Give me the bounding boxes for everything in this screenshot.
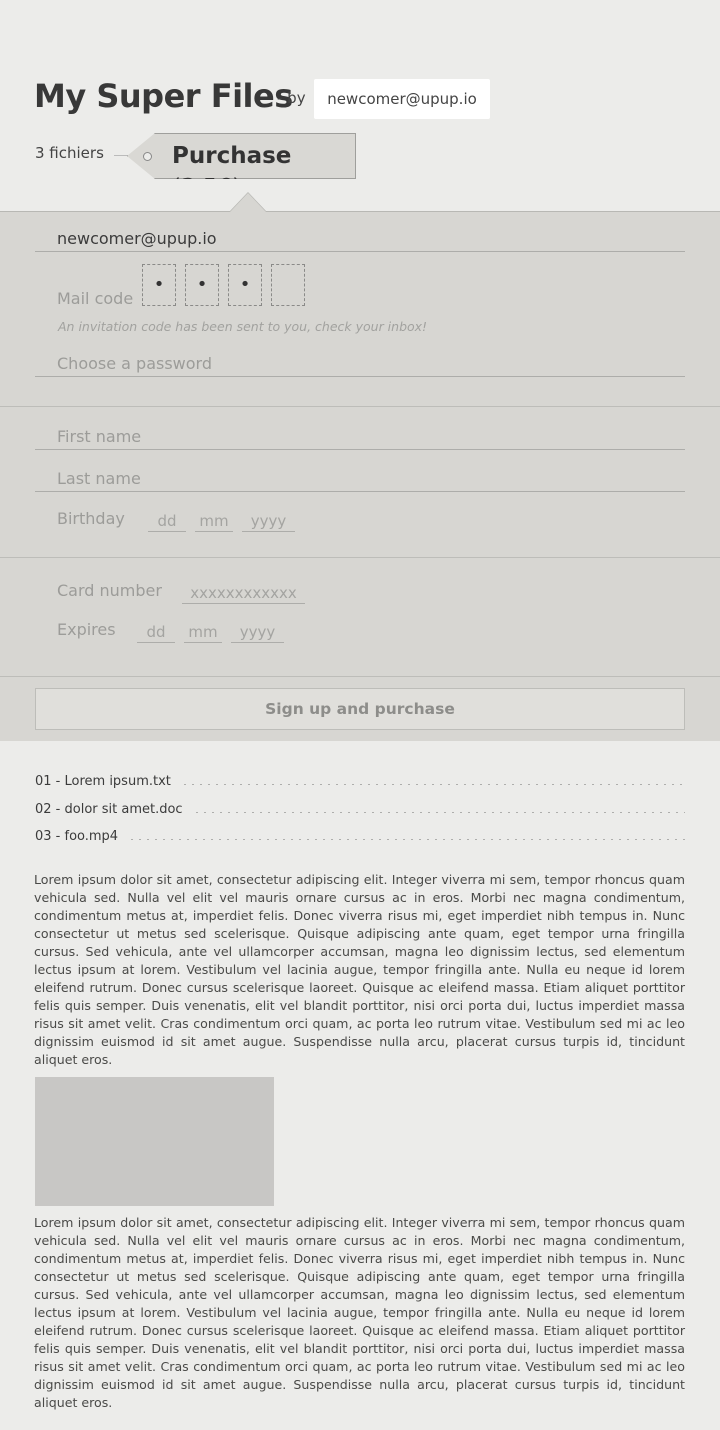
tag-hole-icon (143, 152, 152, 161)
invitation-hint: An invitation code has been sent to you,… (58, 319, 428, 334)
expires-month-field[interactable]: mm (184, 621, 222, 643)
section-divider (0, 557, 720, 558)
image-placeholder (35, 1077, 274, 1206)
birthday-year-field[interactable]: yyyy (242, 510, 295, 532)
mail-code-digit-3[interactable]: • (228, 264, 262, 306)
list-item[interactable]: 02 - dolor sit amet.doc (35, 796, 685, 824)
purchase-button[interactable]: Purchase (3.5€) (127, 133, 356, 179)
mail-code-digit-1[interactable]: • (142, 264, 176, 306)
first-name-field[interactable]: First name (35, 424, 685, 450)
password-field[interactable]: Choose a password (35, 351, 685, 377)
owner-email-badge[interactable]: newcomer@upup.io (314, 79, 490, 119)
purchase-text: Purchase (172, 143, 292, 169)
birthday-label: Birthday (57, 509, 125, 528)
file-name: 03 - foo.mp4 (35, 829, 129, 845)
dotted-leader (128, 839, 685, 841)
list-item[interactable]: 03 - foo.mp4 (35, 823, 685, 851)
section-divider (0, 676, 720, 677)
mail-code-digit-4[interactable] (271, 264, 305, 306)
list-item[interactable]: 01 - Lorem ipsum.txt (35, 768, 685, 796)
dotted-leader (180, 784, 685, 786)
card-number-label: Card number (57, 581, 162, 600)
page-title: My Super Files (34, 77, 293, 115)
mail-code-label: Mail code (57, 289, 134, 308)
sign-up-purchase-button[interactable]: Sign up and purchase (35, 688, 685, 730)
birthday-day-field[interactable]: dd (148, 510, 186, 532)
expires-year-field[interactable]: yyyy (231, 621, 284, 643)
dotted-leader (192, 811, 685, 813)
card-number-field[interactable]: xxxxxxxxxxxx (182, 582, 305, 604)
expires-day-field[interactable]: dd (137, 621, 175, 643)
file-name: 02 - dolor sit amet.doc (35, 801, 193, 817)
email-field[interactable]: newcomer@upup.io (35, 226, 685, 252)
by-label: - by (277, 89, 306, 107)
file-list: 01 - Lorem ipsum.txt 02 - dolor sit amet… (35, 768, 685, 851)
birthday-month-field[interactable]: mm (195, 510, 233, 532)
last-name-field[interactable]: Last name (35, 466, 685, 492)
description-paragraph: Lorem ipsum dolor sit amet, consectetur … (34, 1215, 685, 1410)
expires-label: Expires (57, 620, 116, 639)
purchase-label: Purchase (3.5€) (172, 140, 355, 201)
mail-code-digit-2[interactable]: • (185, 264, 219, 306)
file-name: 01 - Lorem ipsum.txt (35, 774, 181, 790)
connector-line (114, 155, 128, 156)
section-divider (0, 406, 720, 407)
description-paragraph: Lorem ipsum dolor sit amet, consectetur … (34, 872, 685, 1067)
page-header: My Super Files - by newcomer@upup.io 3 f… (0, 0, 720, 210)
file-count: 3 fichiers (35, 144, 104, 162)
purchase-price: (3.5€) (172, 175, 242, 201)
